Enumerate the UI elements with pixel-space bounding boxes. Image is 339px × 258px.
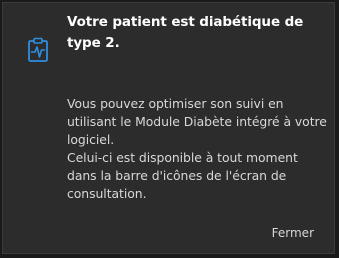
notification-body: Vous pouvez optimiser son suivi en utili… bbox=[67, 95, 329, 203]
clipboard-pulse-icon bbox=[27, 37, 49, 63]
notification-body-paragraph-1: Vous pouvez optimiser son suivi en utili… bbox=[67, 96, 327, 147]
close-button[interactable]: Fermer bbox=[272, 225, 314, 241]
notification-toast: Votre patient est diabétique de type 2. … bbox=[2, 2, 335, 254]
notification-title: Votre patient est diabétique de type 2. bbox=[67, 14, 304, 51]
notification-body-paragraph-2: Celui-ci est disponible à tout moment da… bbox=[67, 150, 298, 201]
